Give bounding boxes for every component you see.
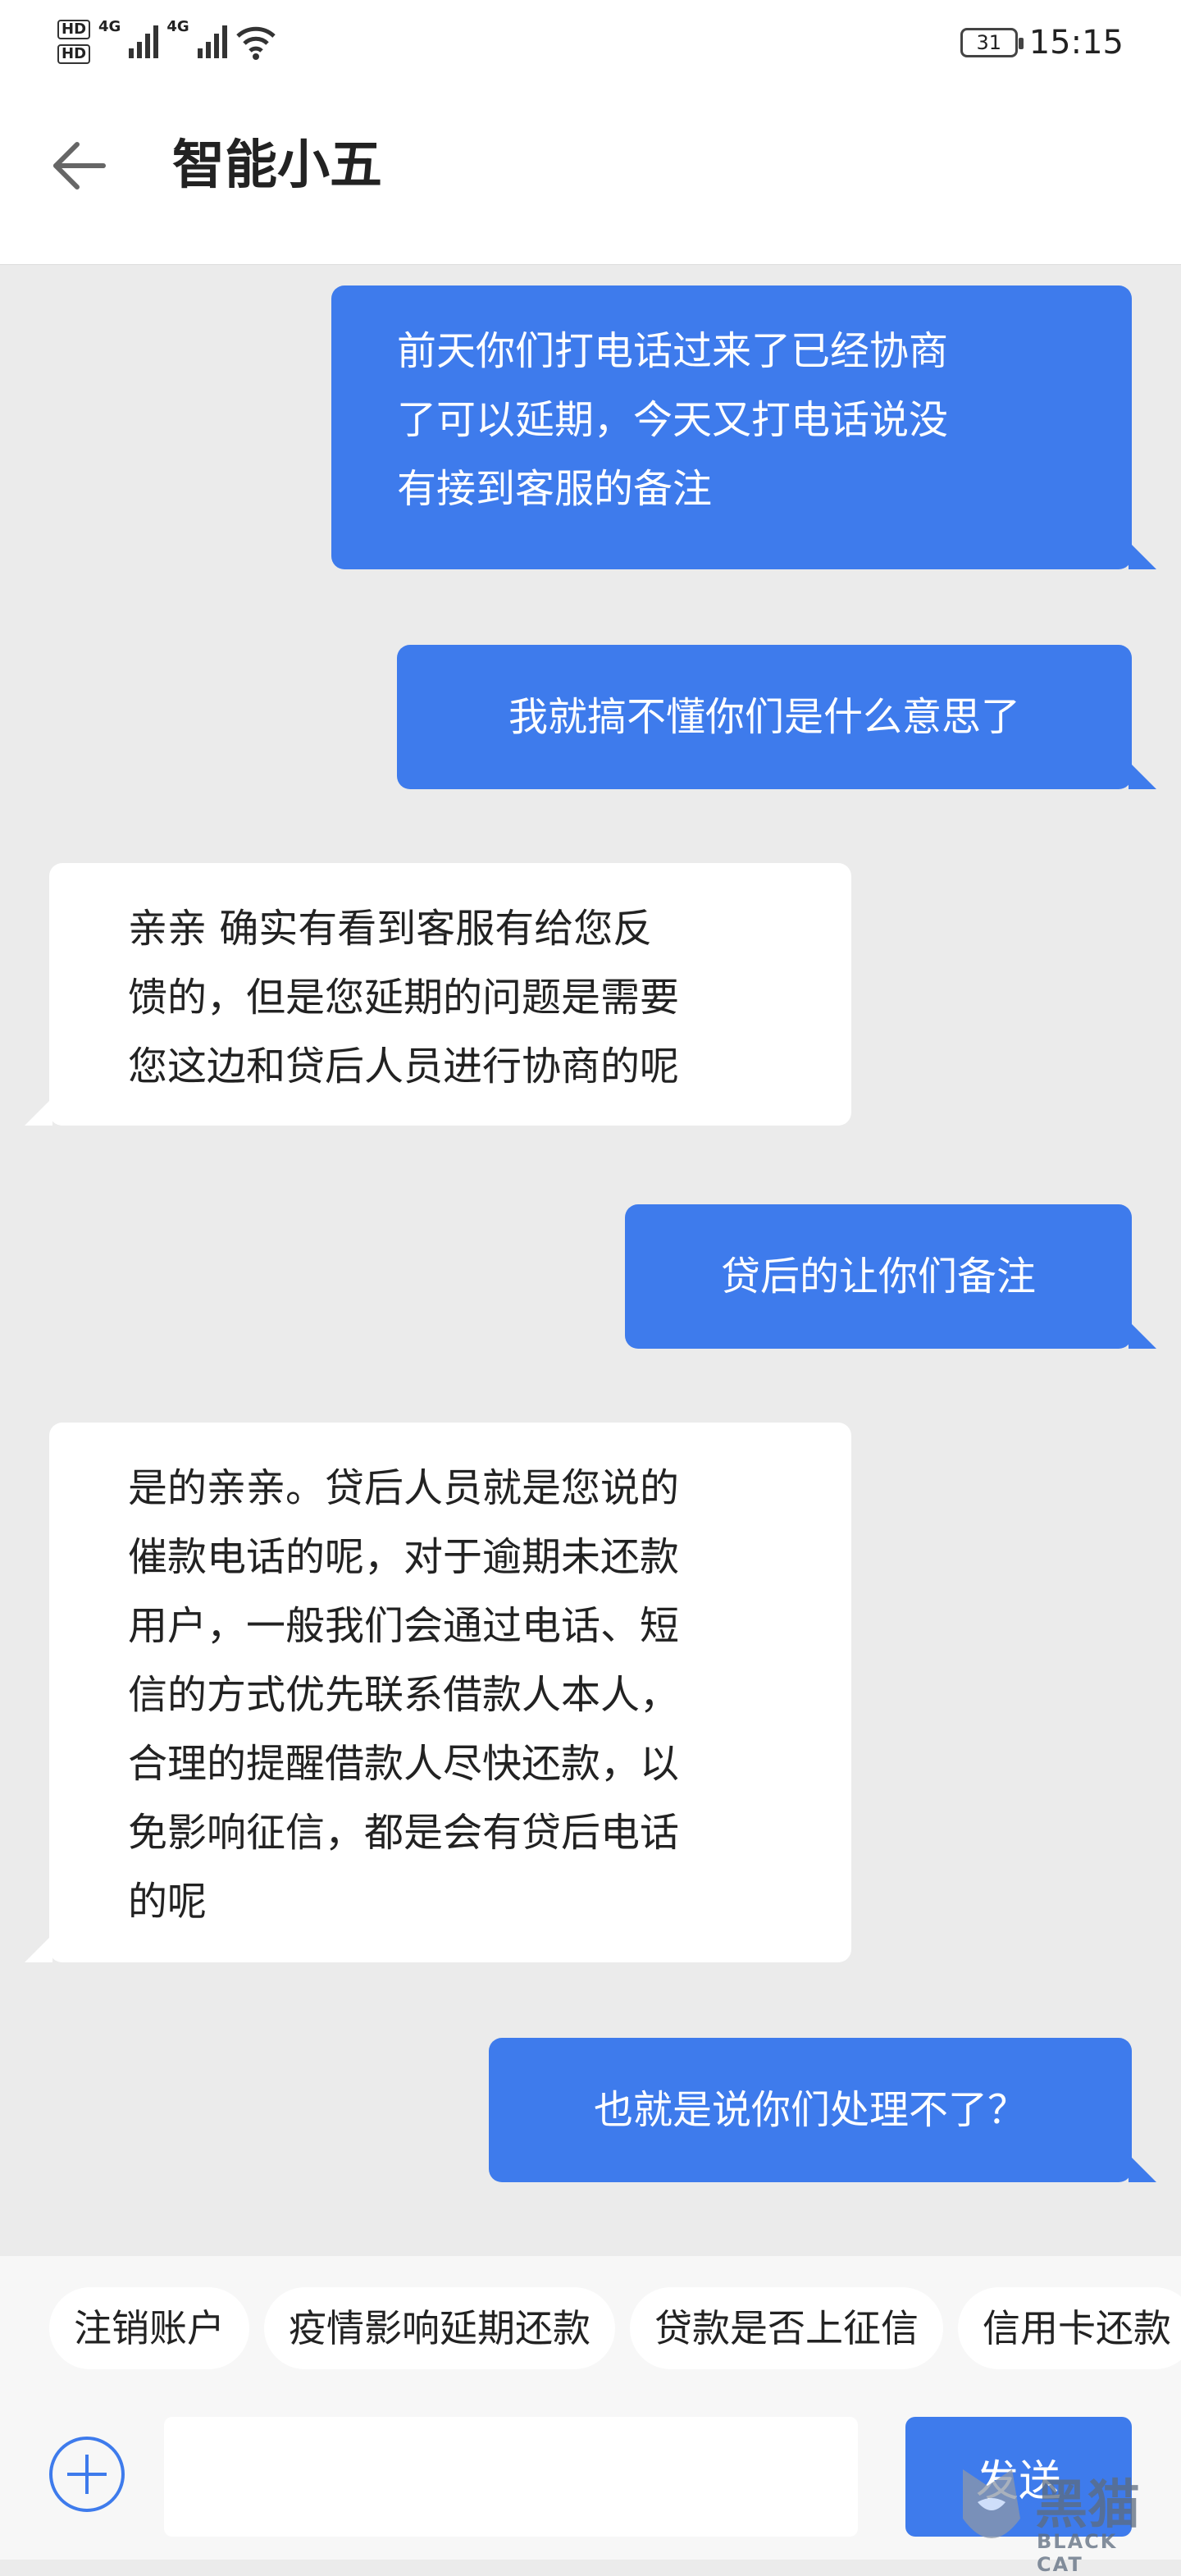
message-outgoing: 前天你们打电话过来了已经协商 了可以延期，今天又打电话说没 有接到客服的备注 — [331, 285, 1156, 569]
battery-icon: 31 — [960, 28, 1024, 57]
composer-area: 注销账户 疫情影响延期还款 贷款是否上征信 信用卡还款 发送 黑猫 BLACK … — [0, 2256, 1181, 2576]
message-line: 我就搞不懂你们是什么意思了 — [508, 694, 1020, 740]
message-line: 用户，一般我们会通过电话、短 — [128, 1603, 680, 1649]
quick-reply-chip[interactable]: 贷款是否上征信 — [630, 2287, 943, 2369]
chat-area[interactable]: 前天你们打电话过来了已经协商 了可以延期，今天又打电话说没 有接到客服的备注 我… — [0, 264, 1181, 2256]
chat-header: 智能小五 — [0, 82, 1181, 265]
arrow-left-icon[interactable] — [49, 136, 108, 195]
message-incoming: 是的亲亲。贷后人员就是您说的 催款电话的呢，对于逾期未还款 用户，一般我们会通过… — [25, 1423, 851, 1962]
message-outgoing: 贷后的让你们备注 — [625, 1204, 1156, 1349]
hd-badge-2: HD — [57, 44, 91, 64]
message-line: 的呢 — [128, 1879, 207, 1925]
message-line: 也就是说你们处理不了？ — [593, 2087, 1027, 2133]
message-line: 合理的提醒借款人尽快还款，以 — [128, 1741, 680, 1787]
watermark-logo: 黑猫 BLACK CAT — [946, 2453, 1168, 2576]
message-outgoing: 也就是说你们处理不了？ — [489, 2038, 1156, 2182]
signal-icon — [129, 25, 159, 58]
message-line: 亲亲 确实有看到客服有给您反 — [128, 906, 653, 952]
page-title: 智能小五 — [172, 135, 382, 196]
message-line: 信的方式优先联系借款人本人， — [128, 1672, 680, 1718]
message-outgoing: 我就搞不懂你们是什么意思了 — [397, 645, 1156, 789]
quick-reply-chip[interactable]: 注销账户 — [49, 2287, 249, 2369]
hd-badge-1: HD — [57, 20, 91, 39]
message-line: 免影响征信，都是会有贷后电话 — [128, 1810, 680, 1856]
message-line: 了可以延期，今天又打电话说没 — [397, 397, 949, 443]
message-line: 贷后的让你们备注 — [720, 1254, 1036, 1299]
watermark-subtext: BLACK CAT — [1037, 2530, 1118, 2576]
message-line: 是的亲亲。贷后人员就是您说的 — [128, 1465, 680, 1511]
plus-circle-icon[interactable] — [49, 2437, 125, 2512]
signal-icon-2 — [197, 25, 227, 58]
quick-reply-bar: 注销账户 疫情影响延期还款 贷款是否上征信 信用卡还款 — [49, 2287, 1181, 2369]
status-left: HD HD 4G 4G — [57, 15, 276, 69]
message-line: 有接到客服的备注 — [397, 466, 713, 512]
quick-reply-chip[interactable]: 信用卡还款 — [958, 2287, 1181, 2369]
wifi-icon — [235, 26, 276, 60]
status-bar: HD HD 4G 4G 31 15:15 — [0, 0, 1181, 82]
status-time: 15:15 — [1028, 24, 1124, 62]
quick-reply-chip[interactable]: 疫情影响延期还款 — [264, 2287, 615, 2369]
network-type-1: 4G — [98, 18, 121, 35]
message-line: 催款电话的呢，对于逾期未还款 — [128, 1534, 680, 1580]
message-line: 前天你们打电话过来了已经协商 — [397, 328, 949, 374]
message-input[interactable] — [164, 2417, 858, 2537]
message-line: 您这边和贷后人员进行协商的呢 — [128, 1044, 680, 1089]
battery-level: 31 — [976, 31, 1001, 54]
status-right: 31 15:15 — [960, 18, 1124, 67]
hd-indicators: HD HD — [57, 20, 91, 64]
watermark-text: 黑猫 — [1035, 2475, 1140, 2536]
message-incoming: 亲亲 确实有看到客服有给您反 馈的，但是您延期的问题是需要 您这边和贷后人员进行… — [25, 863, 851, 1126]
network-type-2: 4G — [166, 18, 189, 35]
message-line: 馈的，但是您延期的问题是需要 — [128, 975, 680, 1021]
